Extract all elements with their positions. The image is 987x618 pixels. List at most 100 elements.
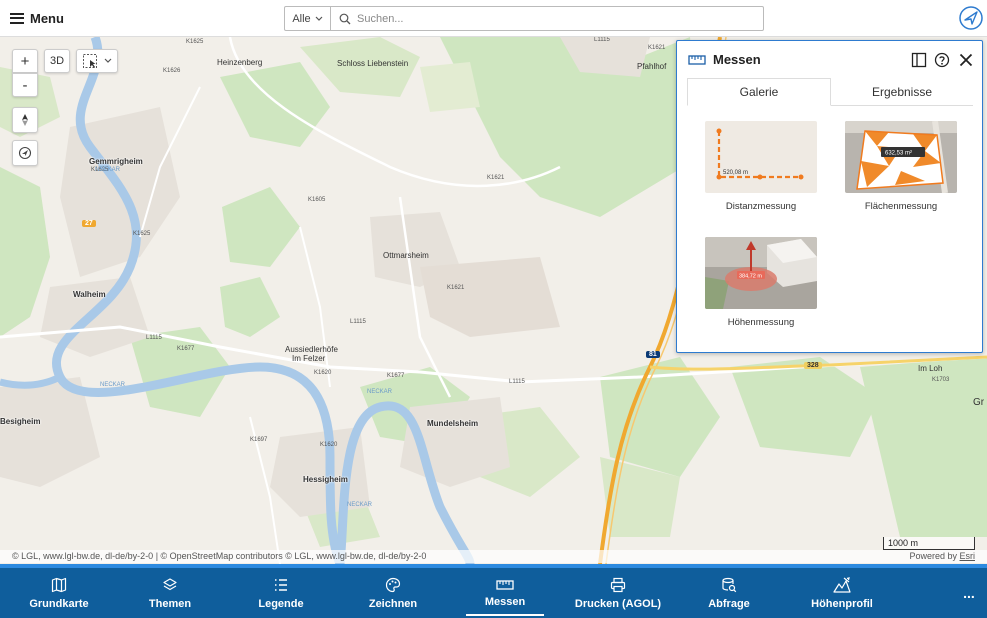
close-icon[interactable] bbox=[958, 52, 974, 68]
search-icon bbox=[339, 13, 351, 24]
hamburger-icon bbox=[10, 12, 24, 24]
powered-by-label: Powered by bbox=[909, 551, 957, 561]
road-label: L1115 bbox=[509, 379, 525, 385]
road-label: K1625 bbox=[133, 231, 151, 237]
menu-button[interactable]: Menu bbox=[10, 8, 64, 28]
list-icon bbox=[275, 578, 287, 591]
road-label: K1620 bbox=[320, 442, 338, 448]
selection-icon bbox=[83, 54, 97, 68]
app-logo-icon[interactable] bbox=[959, 6, 983, 30]
road-shield: 328 bbox=[804, 362, 822, 369]
esri-link[interactable]: Esri bbox=[960, 551, 976, 561]
search-scope-label: Alle bbox=[292, 12, 311, 25]
gallery-item-distance[interactable]: 520,08 m Distanzmessung bbox=[705, 121, 817, 212]
nav-messen[interactable]: Messen bbox=[466, 568, 544, 618]
search-input[interactable] bbox=[357, 12, 737, 25]
zoom-in-label: + bbox=[20, 52, 30, 70]
gallery-item-label: Distanzmessung bbox=[725, 201, 797, 212]
road-shield: 27 bbox=[82, 220, 96, 227]
road-label: K1621 bbox=[487, 175, 505, 181]
nav-label: Höhenprofil bbox=[811, 597, 873, 610]
place-label: Ottmarsheim bbox=[383, 251, 429, 260]
nav-abfrage[interactable]: Abfrage bbox=[700, 568, 758, 618]
more-button[interactable]: ... bbox=[956, 568, 982, 618]
gallery-item-label: Flächenmessung bbox=[864, 201, 938, 212]
road-label: K1677 bbox=[387, 373, 405, 379]
nav-label: Drucken (AGOL) bbox=[574, 597, 662, 610]
nav-drucken[interactable]: Drucken (AGOL) bbox=[572, 568, 664, 618]
chevron-down-icon bbox=[104, 58, 112, 63]
zoom-in-button[interactable]: + bbox=[12, 49, 38, 73]
map-icon bbox=[51, 577, 67, 592]
top-bar: Menu Alle bbox=[0, 0, 987, 37]
gallery-item-height[interactable]: 384,72 m Höhenmessung bbox=[705, 237, 817, 328]
search-scope-select[interactable]: Alle bbox=[285, 7, 331, 30]
place-label: Im Loh bbox=[918, 364, 943, 373]
printer-icon bbox=[610, 577, 626, 592]
zoom-out-label: - bbox=[22, 76, 28, 94]
road-label: K1620 bbox=[314, 370, 332, 376]
panel-tabs: Galerie Ergebnisse bbox=[687, 78, 973, 106]
nav-label: Grundkarte bbox=[29, 597, 89, 610]
nav-zeichnen[interactable]: Zeichnen bbox=[362, 568, 424, 618]
compass-button[interactable] bbox=[12, 107, 38, 133]
road-label: K1605 bbox=[308, 197, 326, 203]
tab-ergebnisse[interactable]: Ergebnisse bbox=[831, 78, 973, 105]
river-label: NECKAR bbox=[100, 382, 126, 388]
road-label: K1621 bbox=[648, 45, 666, 51]
measure-panel: Messen Galerie Ergebnisse 520,08 m Dista… bbox=[676, 40, 983, 353]
dock-panel-icon[interactable] bbox=[911, 52, 927, 68]
panel-title: Messen bbox=[713, 52, 761, 67]
selection-tool-button[interactable] bbox=[76, 49, 118, 73]
place-label: Im Felzer bbox=[292, 354, 326, 363]
place-label: Gemmrigheim bbox=[89, 157, 143, 166]
nav-legende[interactable]: Legende bbox=[250, 568, 312, 618]
view-3d-label: 3D bbox=[49, 55, 65, 67]
palette-icon bbox=[385, 577, 401, 592]
elevation-profile-icon bbox=[833, 576, 851, 593]
gallery-item-label: Höhenmessung bbox=[727, 317, 795, 328]
ruler-icon bbox=[496, 579, 514, 590]
road-label: K1621 bbox=[447, 285, 465, 291]
road-label: L1115 bbox=[594, 37, 610, 43]
powered-by: Powered by Esri bbox=[909, 551, 975, 561]
river-label: NECKAR bbox=[367, 389, 393, 395]
distance-value: 520,08 m bbox=[723, 170, 748, 176]
zoom-out-button[interactable]: - bbox=[12, 73, 38, 97]
place-label: Gr bbox=[973, 397, 985, 408]
nav-themen[interactable]: Themen bbox=[140, 568, 200, 618]
gallery-item-area[interactable]: 632,53 m² Flächenmessung bbox=[845, 121, 957, 212]
place-label: Walheim bbox=[73, 290, 106, 299]
nav-label: Legende bbox=[258, 597, 304, 610]
map-attribution: © LGL, www.lgl-bw.de, dl-de/by-2-0 | © O… bbox=[0, 550, 987, 563]
height-thumbnail: 384,72 m bbox=[705, 237, 817, 309]
tab-galerie[interactable]: Galerie bbox=[687, 78, 831, 106]
view-3d-button[interactable]: 3D bbox=[44, 49, 70, 73]
attribution-text: © LGL, www.lgl-bw.de, dl-de/by-2-0 | © O… bbox=[12, 551, 427, 561]
layers-icon bbox=[163, 577, 177, 590]
ruler-icon bbox=[688, 55, 706, 65]
locate-icon bbox=[18, 146, 32, 160]
help-icon[interactable] bbox=[934, 52, 950, 68]
place-label: Schloss Liebenstein bbox=[337, 59, 409, 68]
query-icon bbox=[722, 577, 737, 592]
search-box: Alle bbox=[284, 6, 764, 31]
nav-label: Themen bbox=[148, 597, 192, 610]
place-label: Pfahlhof bbox=[637, 62, 667, 71]
place-label: Hessigheim bbox=[303, 475, 348, 484]
compass-icon bbox=[22, 114, 28, 126]
distance-thumbnail: 520,08 m bbox=[705, 121, 817, 193]
menu-label: Menu bbox=[30, 10, 64, 26]
river-label: NECKAR bbox=[95, 167, 121, 173]
road-label: K1625 bbox=[186, 39, 204, 45]
nav-label: Abfrage bbox=[708, 597, 750, 610]
nav-hoehenprofil[interactable]: Höhenprofil bbox=[806, 568, 878, 618]
place-label: Mundelsheim bbox=[427, 419, 479, 428]
nav-grundkarte[interactable]: Grundkarte bbox=[26, 568, 92, 618]
more-icon: ... bbox=[963, 585, 975, 601]
road-label: L1115 bbox=[350, 319, 366, 325]
height-value: 384,72 m bbox=[739, 274, 762, 280]
place-label: Besigheim bbox=[0, 417, 41, 426]
road-label: L1115 bbox=[146, 335, 162, 341]
locate-button[interactable] bbox=[12, 140, 38, 166]
